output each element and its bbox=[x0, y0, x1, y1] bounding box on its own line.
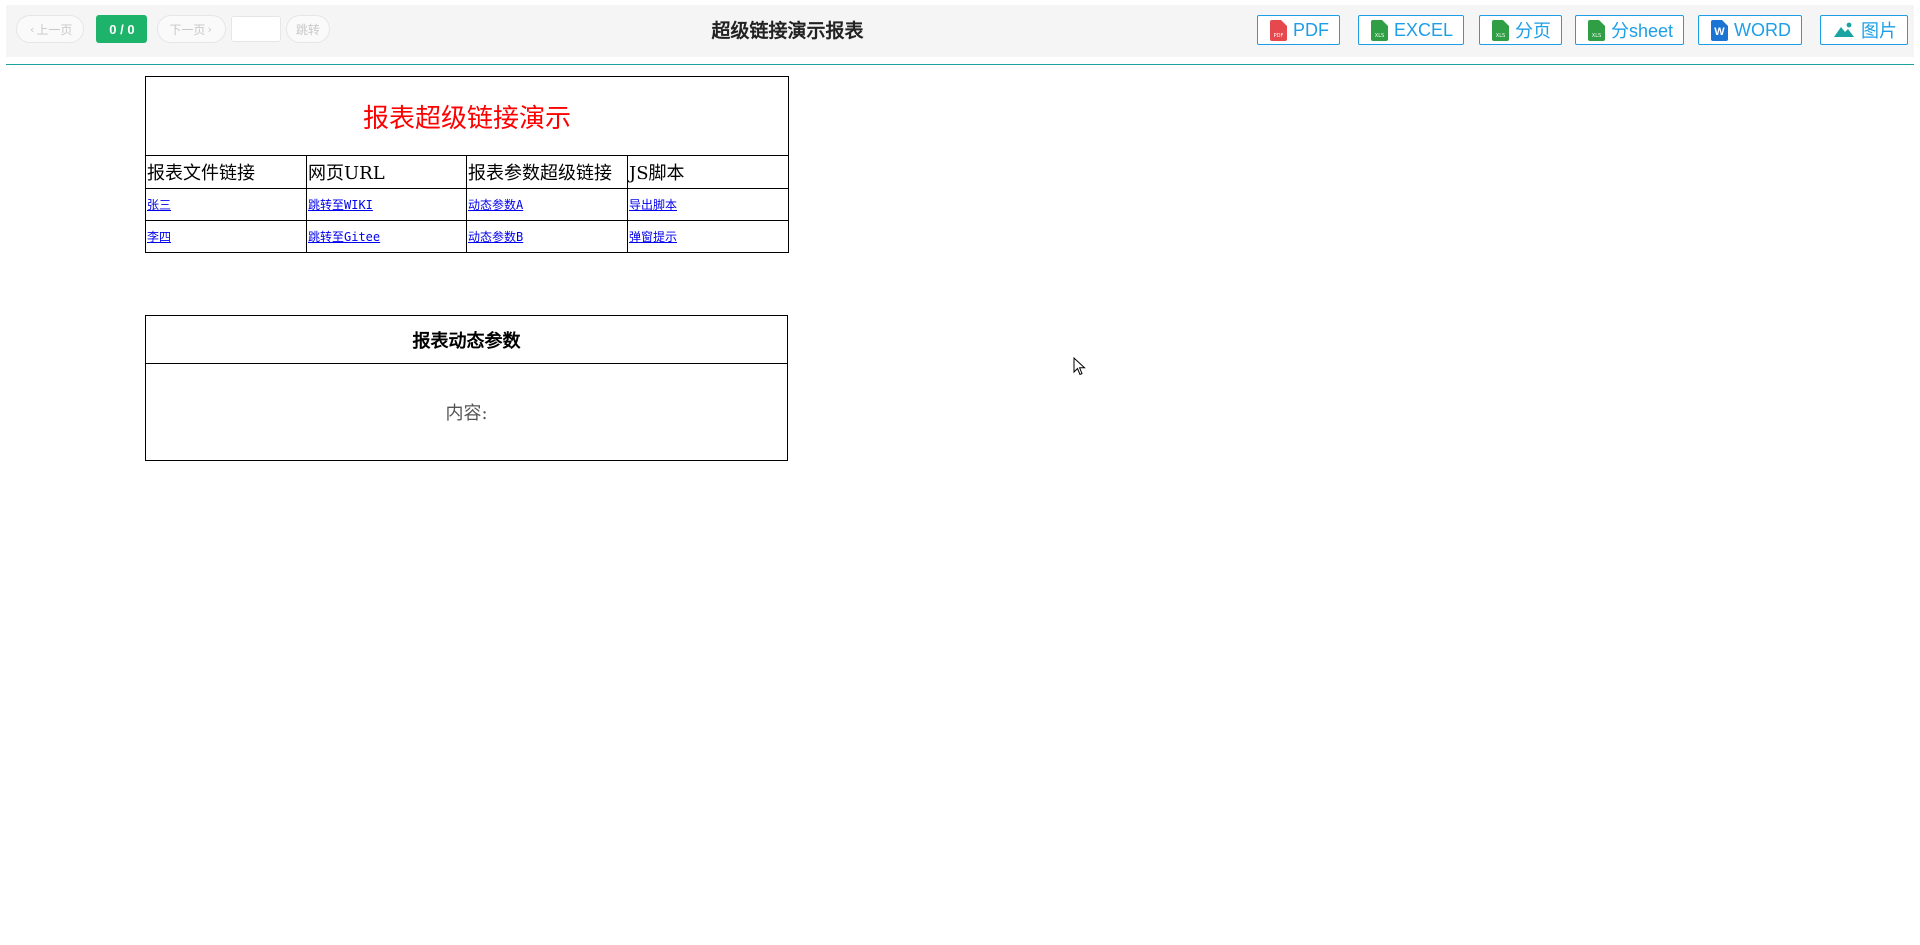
page-title: 超级链接演示报表 bbox=[711, 20, 864, 42]
jump-button[interactable]: 跳转 bbox=[285, 15, 330, 43]
web-url-link[interactable]: 跳转至Gitee bbox=[308, 230, 380, 244]
mouse-cursor-icon bbox=[1073, 357, 1086, 376]
export-excel-button[interactable]: XLS EXCEL bbox=[1358, 15, 1465, 45]
image-mountain-icon bbox=[1834, 22, 1854, 37]
next-page-button[interactable]: 下一页 › bbox=[157, 15, 226, 43]
export-pdf-button[interactable]: PDF PDF bbox=[1257, 15, 1340, 45]
web-url-link[interactable]: 跳转至WIKI bbox=[308, 198, 373, 212]
report-title: 报表超级链接演示 bbox=[144, 76, 790, 156]
table-row: 张三 跳转至WIKI 动态参数A 导出脚本 bbox=[145, 188, 790, 221]
export-paged-label: 分页 bbox=[1515, 21, 1551, 41]
column-header: 报表文件链接 bbox=[145, 155, 307, 189]
word-file-icon: W bbox=[1711, 19, 1728, 41]
next-page-label: 下一页 bbox=[169, 22, 206, 37]
excel-file-icon: XLS bbox=[1492, 19, 1509, 41]
report-file-link[interactable]: 张三 bbox=[147, 198, 171, 212]
js-script-link[interactable]: 弹窗提示 bbox=[629, 230, 677, 244]
chevron-left-icon: ‹ bbox=[30, 22, 35, 36]
export-paged-button[interactable]: XLS 分页 bbox=[1479, 15, 1562, 45]
excel-file-icon: XLS bbox=[1588, 19, 1605, 41]
excel-file-icon: XLS bbox=[1371, 19, 1388, 41]
export-image-button[interactable]: 图片 bbox=[1820, 15, 1908, 45]
js-script-link[interactable]: 导出脚本 bbox=[629, 198, 677, 212]
toolbar-divider bbox=[6, 64, 1914, 65]
jump-page-input[interactable] bbox=[230, 16, 281, 42]
params-content: 内容: bbox=[145, 363, 788, 461]
hyperlink-report-table: 报表超级链接演示 报表文件链接 网页URL 报表参数超级链接 JS脚本 张三 跳… bbox=[144, 76, 790, 253]
column-header: JS脚本 bbox=[626, 155, 790, 189]
export-image-label: 图片 bbox=[1861, 21, 1897, 41]
report-file-link[interactable]: 李四 bbox=[147, 230, 171, 244]
export-word-button[interactable]: W WORD bbox=[1698, 15, 1802, 45]
params-title: 报表动态参数 bbox=[145, 315, 788, 364]
param-link[interactable]: 动态参数B bbox=[468, 230, 523, 244]
prev-page-button[interactable]: ‹ 上一页 bbox=[16, 15, 85, 43]
table-row: 李四 跳转至Gitee 动态参数B 弹窗提示 bbox=[145, 220, 790, 253]
export-excel-label: EXCEL bbox=[1394, 19, 1454, 40]
chevron-right-icon: › bbox=[207, 22, 212, 36]
page-indicator: 0 / 0 bbox=[96, 15, 148, 43]
export-word-label: WORD bbox=[1734, 19, 1791, 40]
column-header: 报表参数超级链接 bbox=[466, 155, 628, 189]
export-sheet-label: 分sheet bbox=[1611, 21, 1674, 41]
pdf-file-icon: PDF bbox=[1270, 19, 1287, 41]
export-sheet-button[interactable]: XLS 分sheet bbox=[1575, 15, 1685, 45]
param-link[interactable]: 动态参数A bbox=[468, 198, 523, 212]
pager: ‹ 上一页 0 / 0 下一页 › 跳转 bbox=[16, 15, 330, 43]
column-header: 网页URL bbox=[306, 155, 467, 189]
prev-page-label: 上一页 bbox=[36, 22, 73, 37]
dynamic-params-table: 报表动态参数 内容: bbox=[145, 315, 788, 461]
export-pdf-label: PDF bbox=[1293, 19, 1329, 40]
